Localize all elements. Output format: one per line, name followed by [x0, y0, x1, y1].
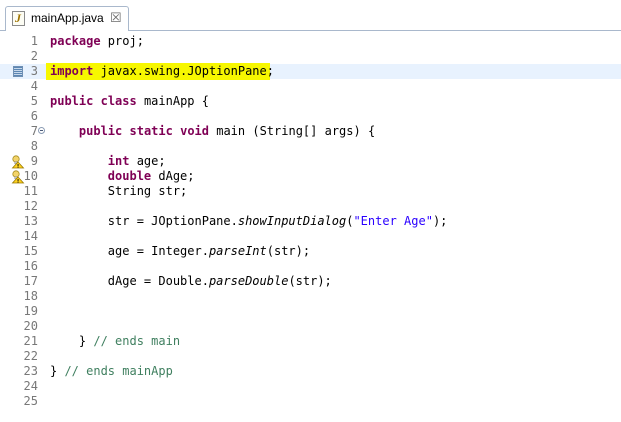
line-number: 15	[23, 244, 38, 258]
code-line-9[interactable]: 9 int age;	[0, 154, 621, 169]
code-line-4[interactable]: 4	[0, 79, 621, 94]
code-line-25[interactable]: 25	[0, 394, 621, 409]
code-line-11[interactable]: 11 String str;	[0, 184, 621, 199]
code-text[interactable]: double dAge;	[50, 169, 195, 184]
code-line-2[interactable]: 2	[0, 49, 621, 64]
line-number: 12	[23, 199, 38, 213]
code-line-12[interactable]: 12	[0, 199, 621, 214]
code-line-18[interactable]: 18	[0, 289, 621, 304]
fold-collapse-icon[interactable]	[38, 127, 45, 134]
code-text[interactable]: package proj;	[50, 34, 144, 49]
line-number: 17	[23, 274, 38, 288]
line-number: 21	[23, 334, 38, 348]
line-number: 6	[30, 109, 38, 123]
line-number: 5	[30, 94, 38, 108]
line-number: 13	[23, 214, 38, 228]
code-text[interactable]: import javax.swing.JOptionPane;	[50, 64, 274, 79]
code-text[interactable]: int age;	[50, 154, 166, 169]
tab-title: mainApp.java	[31, 11, 104, 25]
code-text[interactable]: } // ends mainApp	[50, 364, 173, 379]
line-number: 23	[23, 364, 38, 378]
code-text[interactable]: String str;	[50, 184, 187, 199]
code-line-1[interactable]: 1 package proj;	[0, 34, 621, 49]
java-file-icon: J	[12, 11, 25, 26]
close-icon[interactable]: ☒	[110, 10, 122, 26]
code-line-6[interactable]: 6	[0, 109, 621, 124]
line-number: 16	[23, 259, 38, 273]
code-editor[interactable]: 1 package proj; 2 3 import javax.swing.JOpti…	[0, 31, 621, 422]
line-number: 1	[30, 34, 38, 48]
code-line-17[interactable]: 17 dAge = Double.parseDouble(str);	[0, 274, 621, 289]
line-number: 14	[23, 229, 38, 243]
editor-tab-bar: J mainApp.java ☒	[0, 0, 621, 31]
code-line-14[interactable]: 14	[0, 229, 621, 244]
line-number: 4	[30, 79, 38, 93]
code-line-19[interactable]: 19	[0, 304, 621, 319]
line-number: 9	[30, 154, 38, 168]
line-number: 20	[23, 319, 38, 333]
code-line-20[interactable]: 20	[0, 319, 621, 334]
line-number: 24	[23, 379, 38, 393]
tab-mainapp-java[interactable]: J mainApp.java ☒	[5, 6, 129, 31]
code-line-10[interactable]: 10 double dAge;	[0, 169, 621, 184]
code-line-22[interactable]: 22	[0, 349, 621, 364]
code-text[interactable]: public class mainApp {	[50, 94, 209, 109]
line-number: 2	[30, 49, 38, 63]
code-line-24[interactable]: 24	[0, 379, 621, 394]
code-line-5[interactable]: 5 public class mainApp {	[0, 94, 621, 109]
line-number: 10	[23, 169, 38, 183]
code-text[interactable]: str = JOptionPane.showInputDialog("Enter…	[50, 214, 448, 229]
code-line-21[interactable]: 21 } // ends main	[0, 334, 621, 349]
code-line-23[interactable]: 23 } // ends mainApp	[0, 364, 621, 379]
line-number: 3	[30, 64, 38, 78]
line-number: 7	[30, 124, 38, 138]
line-number: 19	[23, 304, 38, 318]
code-text[interactable]: } // ends main	[50, 334, 180, 349]
line-number: 25	[23, 394, 38, 408]
line-number: 18	[23, 289, 38, 303]
code-text[interactable]: age = Integer.parseInt(str);	[50, 244, 310, 259]
code-line-8[interactable]: 8	[0, 139, 621, 154]
code-text[interactable]: public static void main (String[] args) …	[50, 124, 375, 139]
code-line-16[interactable]: 16	[0, 259, 621, 274]
code-line-13[interactable]: 13 str = JOptionPane.showInputDialog("En…	[0, 214, 621, 229]
code-line-3[interactable]: 3 import javax.swing.JOptionPane;	[0, 63, 621, 80]
code-line-15[interactable]: 15 age = Integer.parseInt(str);	[0, 244, 621, 259]
code-line-7[interactable]: 7 public static void main (String[] args…	[0, 124, 621, 139]
line-number: 22	[23, 349, 38, 363]
line-number: 8	[30, 139, 38, 153]
line-number: 11	[23, 184, 38, 198]
code-text[interactable]: dAge = Double.parseDouble(str);	[50, 274, 332, 289]
